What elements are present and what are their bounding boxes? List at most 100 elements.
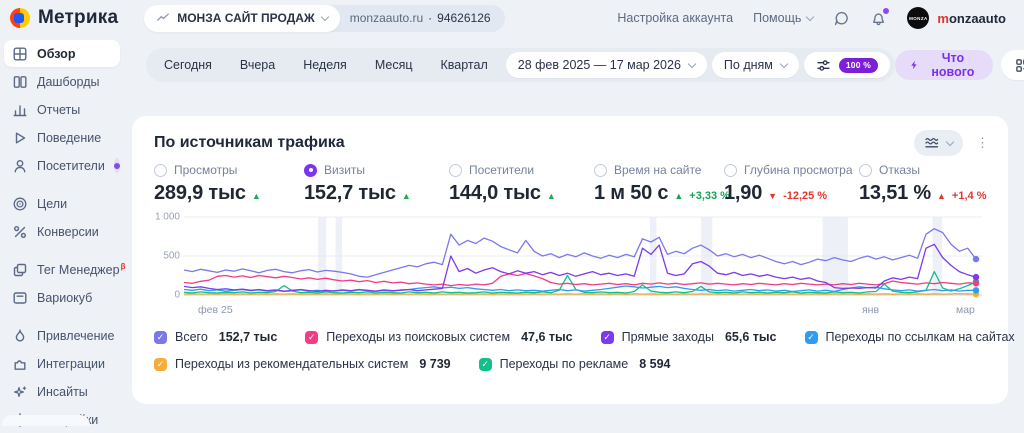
metric-visits[interactable]: Визиты 152,7 тыс▲ <box>304 162 449 205</box>
card-kebab-button[interactable]: ⋮ <box>973 135 992 151</box>
line-chart-icon <box>924 136 940 150</box>
chat-icon <box>833 10 850 27</box>
sidebar-footer-panel <box>2 415 90 426</box>
counter-name: МОНЗА САЙТ ПРОДАЖ <box>177 11 315 25</box>
sidebar-item-variocube[interactable]: Вариокуб <box>4 284 120 311</box>
legend-item-ads[interactable]: ✓ Переходы по рекламе 8 594 <box>479 357 671 371</box>
sidebar-item-label: Вариокуб <box>37 291 92 305</box>
legend-item-recommendations[interactable]: ✓ Переходы из рекомендательных систем 9 … <box>154 357 451 371</box>
legend-item-search[interactable]: ✓ Переходы из поисковых систем 47,6 тыс <box>305 330 572 344</box>
puzzle-icon <box>12 356 28 372</box>
chat-button[interactable] <box>833 10 850 27</box>
chart-type-select[interactable] <box>914 130 963 156</box>
traffic-sources-card: По источникам трафика ⋮ Просмотры 289,9 … <box>132 116 1008 404</box>
sidebar-item-tag-manager[interactable]: Тег Менеджерβ <box>4 256 120 283</box>
radio-on-icon[interactable] <box>304 164 317 177</box>
chevron-down-icon <box>946 137 954 145</box>
whats-new-label: Что нового <box>927 51 979 79</box>
sidebar-item-label: Привлечение <box>37 329 114 343</box>
radio-off-icon[interactable] <box>724 164 737 177</box>
add-widget-icon <box>1015 58 1024 73</box>
radio-off-icon[interactable] <box>154 164 167 177</box>
grid-icon <box>12 46 28 62</box>
sidebar-item-visitors[interactable]: Посетители <box>4 152 120 179</box>
metrica-logo[interactable]: Метрика <box>10 7 118 29</box>
legend-row-1: ✓ Всего 152,7 тыс ✓ Переходы из поисковы… <box>154 330 986 344</box>
user-menu[interactable]: MONZA monzaauto <box>907 7 1006 29</box>
sidebar-item-overview[interactable]: Обзор <box>4 40 120 67</box>
trend-up-icon: ▲ <box>402 191 411 201</box>
x-axis-labels: фев 25янвмар <box>188 301 986 317</box>
legend-label: Переходы из рекомендательных систем <box>175 357 408 371</box>
variocube-icon <box>12 290 28 306</box>
target-icon <box>12 196 28 212</box>
legend-item-links[interactable]: ✓ Переходы по ссылкам на сайтах 12,4 тыс <box>805 330 1024 344</box>
metric-pageviews[interactable]: Просмотры 289,9 тыс▲ <box>154 162 304 205</box>
legend-item-direct[interactable]: ✓ Прямые заходы 65,6 тыс <box>601 330 777 344</box>
range-month[interactable]: Месяц <box>362 58 426 72</box>
check-icon: ✓ <box>157 332 165 343</box>
trend-up-icon: ▲ <box>252 191 261 201</box>
legend-label: Переходы по ссылкам на сайтах <box>826 330 1015 344</box>
metrica-logo-icon <box>10 8 30 28</box>
chart-block: 1 0005000 фев 25янвмар <box>154 213 986 317</box>
sidebar-item-integrations[interactable]: Интеграции <box>4 350 120 377</box>
legend-row-2: ✓ Переходы из рекомендательных систем 9 … <box>154 357 986 371</box>
counter-selector: МОНЗА САЙТ ПРОДАЖ monzaauto.ru · 9462612… <box>144 5 504 32</box>
radio-off-icon[interactable] <box>859 164 872 177</box>
legend-item-total[interactable]: ✓ Всего 152,7 тыс <box>154 330 277 344</box>
sidebar-item-label: Конверсии <box>37 225 99 239</box>
y-tick-label: 0 <box>174 290 180 301</box>
line-chart[interactable] <box>184 213 982 299</box>
sidebar-item-conversions[interactable]: Конверсии <box>4 218 120 245</box>
dashboards-icon <box>12 74 28 90</box>
notifications-button[interactable] <box>870 10 887 27</box>
sampling-badge: 100 % <box>839 58 878 73</box>
range-quarter[interactable]: Квартал <box>428 58 501 72</box>
radio-off-icon[interactable] <box>594 164 607 177</box>
user-name: monzaauto <box>937 11 1006 26</box>
legend-value: 47,6 тыс <box>521 330 573 344</box>
metric-value: 13,51 % <box>859 182 931 205</box>
sidebar-item-attraction[interactable]: Привлечение <box>4 322 120 349</box>
x-tick-label: янв <box>862 304 879 316</box>
sidebar-item-label: Инсайты <box>37 385 88 399</box>
account-settings-link[interactable]: Настройка аккаунта <box>617 11 733 25</box>
metric-bounces[interactable]: Отказы 13,51 %▲+1,4 % <box>859 162 986 205</box>
sampling-button[interactable]: 100 % <box>804 52 890 78</box>
sidebar-item-dashboards[interactable]: Дашборды <box>4 68 120 95</box>
counter-domain[interactable]: monzaauto.ru <box>350 11 423 25</box>
sidebar-item-goals[interactable]: Цели <box>4 190 120 217</box>
sidebar-item-label: Дашборды <box>37 75 100 89</box>
metric-label: Посетители <box>469 163 534 177</box>
sliders-icon <box>816 58 831 73</box>
counter-dropdown[interactable]: МОНЗА САЙТ ПРОДАЖ <box>144 5 340 32</box>
metric-delta: +1,4 % <box>952 190 987 202</box>
metric-depth[interactable]: Глубина просмотра 1,90▼-12,25 % <box>724 162 859 205</box>
range-week[interactable]: Неделя <box>290 58 360 72</box>
whats-new-button[interactable]: Что нового <box>895 50 993 80</box>
range-yesterday[interactable]: Вчера <box>227 58 288 72</box>
date-range-picker[interactable]: 28 фев 2025 — 17 мар 2026 <box>506 52 707 78</box>
range-today[interactable]: Сегодня <box>151 58 225 72</box>
radio-off-icon[interactable] <box>449 164 462 177</box>
metric-delta: -12,25 % <box>783 190 827 202</box>
sidebar-item-behavior[interactable]: Поведение <box>4 124 120 151</box>
metric-value: 1 м 50 с <box>594 182 668 205</box>
legend-value: 152,7 тыс <box>219 330 278 344</box>
metric-users[interactable]: Посетители 144,0 тыс▲ <box>449 162 594 205</box>
legend-value: 9 739 <box>419 357 450 371</box>
app-name: Метрика <box>38 7 118 29</box>
toolbar: Сегодня Вчера Неделя Месяц Квартал 28 фе… <box>146 48 1006 82</box>
granularity-value: По дням <box>724 58 773 72</box>
sidebar-item-reports[interactable]: Отчеты <box>4 96 120 123</box>
dot-separator: · <box>428 11 432 25</box>
add-button[interactable]: Добавить <box>1001 50 1024 80</box>
sidebar-item-insights[interactable]: Инсайты <box>4 378 120 405</box>
help-menu[interactable]: Помощь <box>753 11 813 25</box>
granularity-select[interactable]: По дням <box>712 52 799 78</box>
help-label: Помощь <box>753 11 801 25</box>
person-icon <box>12 158 28 174</box>
avatar: MONZA <box>907 7 929 29</box>
metric-time-on-site[interactable]: Время на сайте 1 м 50 с▲+3,33 % <box>594 162 724 205</box>
